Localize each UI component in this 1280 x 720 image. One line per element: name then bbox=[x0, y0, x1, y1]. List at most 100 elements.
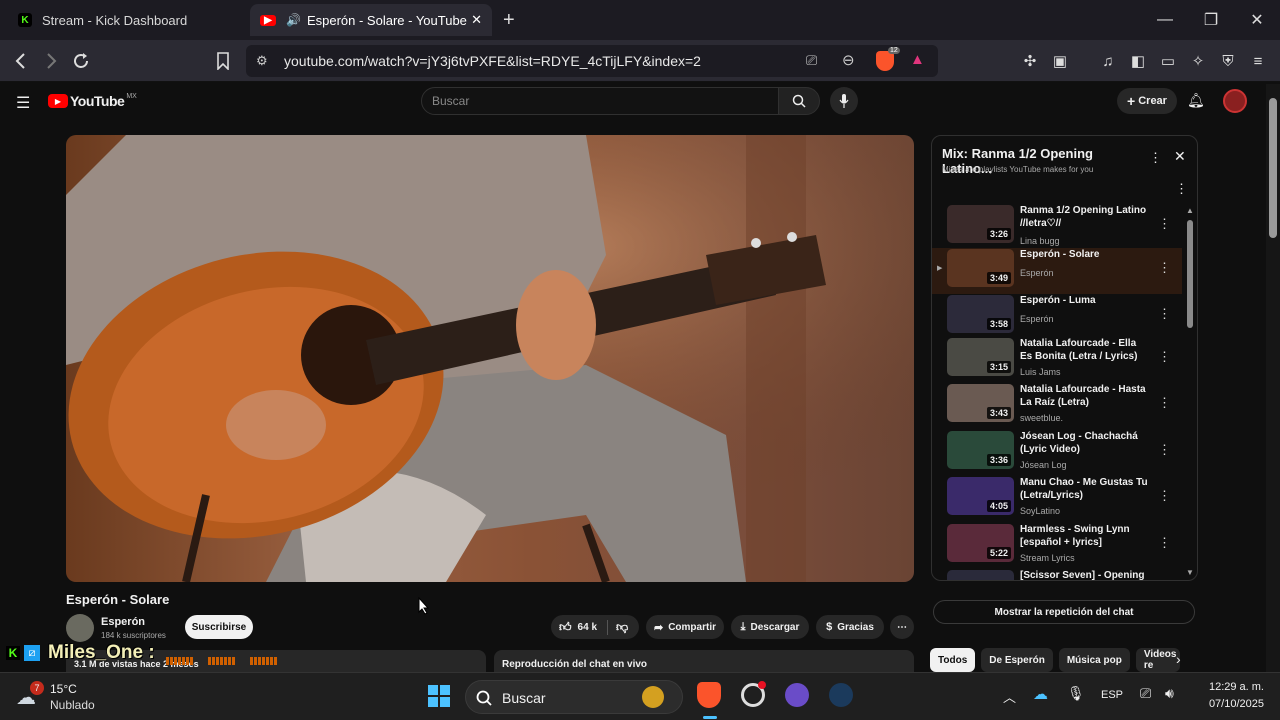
brave-taskbar-icon[interactable] bbox=[697, 682, 721, 708]
windows-taskbar: ☁ 7 15°C Nublado Buscar ︿ ☁ 🎙︎ ESP ⎚ 🔊︎ … bbox=[0, 672, 1280, 720]
download-label: Descargar bbox=[750, 621, 800, 633]
item-menu-icon[interactable]: ⋮ bbox=[1158, 395, 1171, 411]
onedrive-icon[interactable]: ☁ bbox=[1033, 685, 1048, 703]
scroll-down-icon[interactable]: ▼ bbox=[1186, 568, 1194, 577]
dislike-icon[interactable]: 👎︎ bbox=[607, 619, 628, 635]
list-item[interactable]: 3:26 Ranma 1/2 Opening Latino //letra♡//… bbox=[932, 204, 1182, 250]
forward-button[interactable] bbox=[38, 48, 64, 74]
close-playlist-icon[interactable]: ✕ bbox=[1174, 148, 1186, 165]
more-actions-button[interactable]: ⋯ bbox=[890, 615, 914, 639]
address-bar[interactable]: ⚙ youtube.com/watch?v=jY3j6tvPXFE&list=R… bbox=[246, 45, 938, 77]
tray-mic-icon[interactable]: 🎙︎ bbox=[1067, 685, 1085, 702]
leo-ai-icon[interactable]: ✧ bbox=[1187, 50, 1209, 72]
zoom-icon[interactable]: ⊖ bbox=[842, 51, 855, 69]
list-item[interactable]: 3:15 Natalia Lafourcade - Ella Es Bonita… bbox=[932, 337, 1182, 383]
share-button[interactable]: ➦ Compartir bbox=[646, 615, 724, 639]
chip-videos[interactable]: Videos re bbox=[1135, 648, 1180, 672]
subscribe-button[interactable]: Suscribirse bbox=[185, 615, 253, 639]
menu-icon[interactable]: ≡ bbox=[1247, 50, 1269, 72]
show-chat-replay-button[interactable]: Mostrar la repetición del chat bbox=[933, 600, 1195, 624]
new-tab-button[interactable]: + bbox=[503, 9, 515, 32]
restore-button[interactable]: ❐ bbox=[1196, 8, 1226, 32]
volume-icon[interactable]: 🔊︎ bbox=[1165, 685, 1174, 702]
list-item[interactable]: 3:58 Esperón - Luma Esperón ⋮ bbox=[932, 294, 1182, 340]
tab-label: Esperón - Solare - YouTube bbox=[306, 12, 467, 28]
item-menu-icon[interactable]: ⋮ bbox=[1158, 216, 1171, 232]
clock-date[interactable]: 07/10/2025 bbox=[1200, 698, 1264, 710]
like-count[interactable]: 64 k bbox=[578, 622, 597, 633]
brave-shields-icon[interactable] bbox=[876, 51, 894, 71]
sidebar-icon[interactable]: ◧ bbox=[1127, 50, 1149, 72]
scrollbar-thumb[interactable] bbox=[1187, 220, 1193, 328]
chip-de-esperon[interactable]: De Esperón bbox=[981, 648, 1053, 672]
item-menu-icon[interactable]: ⋮ bbox=[1158, 535, 1171, 551]
playlist-scrollbar[interactable]: ▲ ▼ bbox=[1186, 206, 1194, 578]
list-item[interactable]: 4:05 Manu Chao - Me Gustas Tu (Letra/Lyr… bbox=[932, 476, 1182, 522]
vpn-icon[interactable]: ⛨ bbox=[1217, 50, 1239, 72]
thanks-button[interactable]: $ Gracias bbox=[816, 615, 884, 639]
tray-overflow-icon[interactable]: ︿ bbox=[1003, 687, 1016, 706]
chat-app-icon[interactable] bbox=[785, 683, 809, 707]
scroll-up-icon[interactable]: ▲ bbox=[1186, 206, 1194, 215]
back-button[interactable] bbox=[8, 48, 34, 74]
playlist-more-icon[interactable]: ⋮ bbox=[1149, 150, 1162, 166]
search-input[interactable]: Buscar bbox=[421, 87, 779, 115]
reader-icon[interactable]: ▣ bbox=[1049, 50, 1071, 72]
search-button[interactable] bbox=[778, 87, 820, 115]
cast-icon[interactable]: ⎚ bbox=[806, 52, 817, 69]
share-label: Compartir bbox=[668, 621, 716, 633]
video-thumbnail: 3:36 bbox=[947, 431, 1014, 469]
notifications-bell-icon[interactable]: 🔔︎ bbox=[1187, 92, 1205, 109]
clock-time[interactable]: 12:29 a. m. bbox=[1200, 681, 1264, 693]
meter-bar bbox=[166, 657, 194, 665]
close-window-button[interactable]: ✕ bbox=[1242, 8, 1272, 32]
voice-search-button[interactable] bbox=[830, 87, 858, 115]
music-icon[interactable]: ♫ bbox=[1097, 50, 1119, 72]
bookmark-icon[interactable] bbox=[210, 48, 236, 74]
wallet-icon[interactable]: ▭ bbox=[1157, 50, 1179, 72]
steam-icon[interactable] bbox=[829, 683, 853, 707]
list-item[interactable]: 3:43 Natalia Lafourcade - Hasta La Raíz … bbox=[932, 383, 1182, 429]
video-player[interactable] bbox=[66, 135, 914, 582]
channel-name[interactable]: Esperón bbox=[101, 616, 145, 628]
close-tab-icon[interactable]: ✕ bbox=[471, 12, 482, 28]
minimize-button[interactable]: — bbox=[1150, 8, 1180, 32]
item-menu-icon[interactable]: ⋮ bbox=[1158, 306, 1171, 322]
chip-musica-pop[interactable]: Música pop bbox=[1058, 648, 1130, 672]
page-scrollbar-thumb[interactable] bbox=[1269, 98, 1277, 238]
weather-widget[interactable]: ☁ 7 bbox=[16, 681, 46, 709]
taskbar-search[interactable]: Buscar bbox=[465, 680, 683, 714]
list-item[interactable]: [Scissor Seven] - Opening 4 bbox=[932, 569, 1182, 580]
reload-button[interactable] bbox=[68, 48, 94, 74]
page-scrollbar[interactable] bbox=[1266, 84, 1280, 672]
item-menu-icon[interactable]: ⋮ bbox=[1158, 442, 1171, 458]
list-item[interactable]: 5:22 Harmless - Swing Lynn [español + ly… bbox=[932, 523, 1182, 569]
language-indicator[interactable]: ESP bbox=[1101, 689, 1123, 701]
create-button[interactable]: + Crear bbox=[1117, 88, 1177, 114]
item-menu-icon[interactable]: ⋮ bbox=[1158, 488, 1171, 504]
download-button[interactable]: ⤓ Descargar bbox=[731, 615, 809, 639]
network-icon[interactable]: ⎚ bbox=[1140, 685, 1151, 702]
tab-youtube[interactable]: ▶ 🔊 Esperón - Solare - YouTube ✕ bbox=[250, 4, 492, 36]
chat-replay-box[interactable]: Reproducción del chat en vivo bbox=[494, 650, 914, 672]
brave-rewards-icon[interactable]: ▲ bbox=[910, 51, 925, 68]
guide-menu-icon[interactable]: ☰ bbox=[16, 93, 30, 113]
like-icon[interactable]: 👍︎ bbox=[559, 620, 572, 635]
list-item-current[interactable]: ▶ 3:49 Esperón - Solare Esperón ⋮ bbox=[932, 248, 1182, 294]
item-menu-icon[interactable]: ⋮ bbox=[1158, 349, 1171, 365]
tab-kick-dashboard[interactable]: K Stream - Kick Dashboard bbox=[8, 4, 248, 36]
windows-start-icon[interactable] bbox=[428, 685, 450, 707]
chip-todos[interactable]: Todos bbox=[930, 648, 976, 672]
duration-badge: 4:05 bbox=[986, 500, 1011, 512]
extensions-icon[interactable]: ✣ bbox=[1019, 50, 1041, 72]
site-settings-icon[interactable]: ⚙ bbox=[256, 53, 268, 69]
channel-avatar[interactable] bbox=[66, 614, 94, 642]
avatar[interactable] bbox=[1223, 89, 1247, 113]
chips-next-icon[interactable]: › bbox=[1176, 651, 1181, 667]
list-item[interactable]: 3:36 Jósean Log - Chachachá (Lyric Video… bbox=[932, 430, 1182, 476]
now-playing-icon: ▶ bbox=[937, 265, 943, 272]
playlist-options-icon[interactable]: ⋮ bbox=[1175, 181, 1188, 197]
item-menu-icon[interactable]: ⋮ bbox=[1158, 260, 1171, 276]
youtube-logo[interactable]: ▶ YouTube MX bbox=[48, 93, 137, 109]
item-channel: Jósean Log bbox=[1020, 460, 1067, 470]
